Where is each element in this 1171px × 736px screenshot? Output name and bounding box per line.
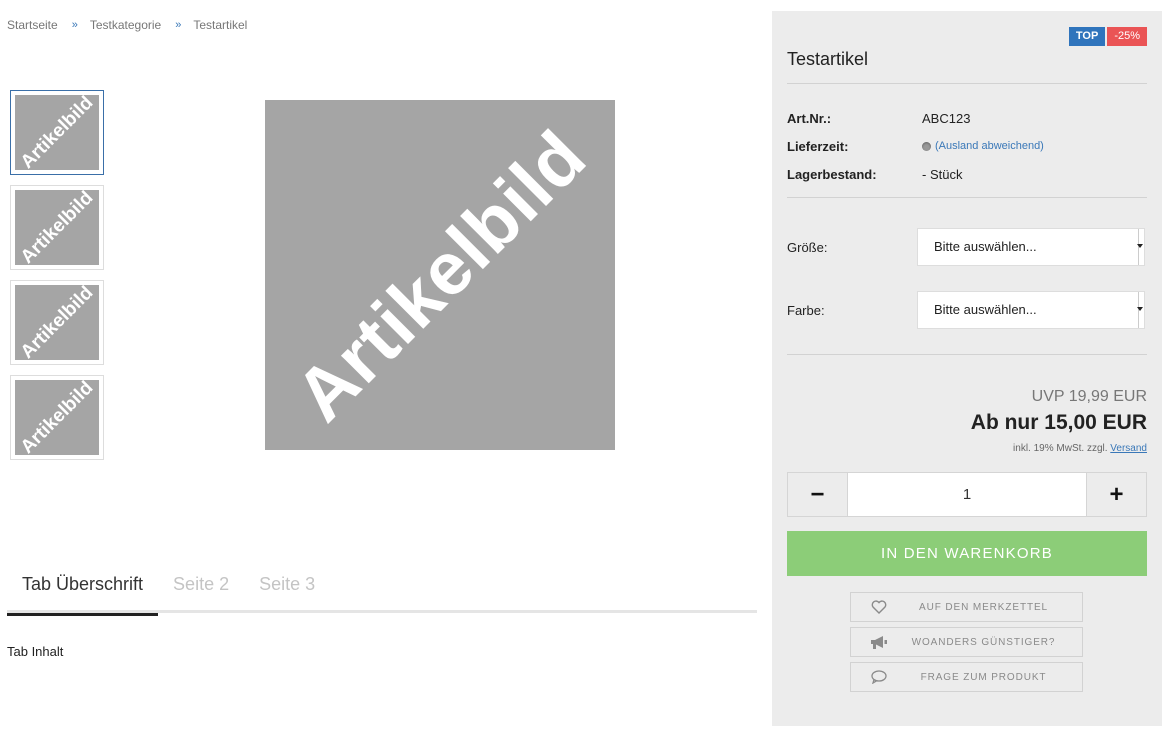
option-color: Farbe: Bitte auswählen... bbox=[787, 291, 1147, 329]
info-row-art-nr: Art.Nr.: ABC123 bbox=[787, 104, 1147, 132]
tab-seite-3[interactable]: Seite 3 bbox=[244, 566, 330, 613]
caret-down-icon bbox=[1137, 229, 1144, 265]
cheaper-elsewhere-button[interactable]: WOANDERS GÜNSTIGER? bbox=[850, 627, 1083, 657]
shipping-link[interactable]: Versand bbox=[1110, 443, 1147, 454]
main-product-image[interactable]: Artikelbild bbox=[265, 100, 615, 450]
breadcrumb-current[interactable]: Testartikel bbox=[193, 18, 247, 32]
placeholder-text: Artikelbild bbox=[278, 113, 602, 437]
image-placeholder: Artikelbild bbox=[15, 380, 99, 455]
product-title: Testartikel bbox=[787, 49, 869, 69]
tab-seite-2[interactable]: Seite 2 bbox=[158, 566, 244, 613]
current-price: Ab nur 15,00 EUR bbox=[970, 411, 1147, 434]
tab-ueberschrift[interactable]: Tab Überschrift bbox=[7, 566, 159, 616]
divider bbox=[787, 197, 1147, 198]
size-label: Größe: bbox=[787, 239, 828, 255]
color-select[interactable]: Bitte auswählen... bbox=[917, 291, 1145, 329]
tax-text: inkl. 19% MwSt. zzgl. bbox=[1013, 443, 1108, 454]
caret-down-icon bbox=[1137, 292, 1144, 328]
option-size: Größe: Bitte auswählen... bbox=[787, 228, 1147, 266]
cheaper-elsewhere-label: WOANDERS GÜNSTIGER? bbox=[911, 636, 1056, 648]
size-select[interactable]: Bitte auswählen... bbox=[917, 228, 1145, 266]
size-select-value: Bitte auswählen... bbox=[934, 239, 1037, 254]
thumbnail-list: Artikelbild Artikelbild Artikelbild Arti… bbox=[10, 90, 104, 470]
image-placeholder: Artikelbild bbox=[15, 190, 99, 265]
breadcrumb-category[interactable]: Testkategorie bbox=[90, 18, 161, 32]
add-to-cart-button[interactable]: IN DEN WARENKORB bbox=[787, 531, 1147, 576]
heart-icon bbox=[851, 600, 907, 614]
thumbnail-1[interactable]: Artikelbild bbox=[10, 90, 104, 175]
tax-note: inkl. 19% MwSt. zzgl. Versand bbox=[1013, 443, 1147, 454]
art-nr-value: ABC123 bbox=[922, 110, 971, 126]
product-info: Art.Nr.: ABC123 Lieferzeit: (Ausland abw… bbox=[787, 104, 1147, 188]
divider bbox=[787, 83, 1147, 84]
placeholder-text: Artikelbild bbox=[16, 285, 97, 360]
top-badge: TOP bbox=[1068, 27, 1106, 46]
thumbnail-2[interactable]: Artikelbild bbox=[10, 185, 104, 270]
breadcrumb-separator: » bbox=[175, 19, 182, 31]
status-dot-icon bbox=[922, 141, 931, 151]
delivery-text[interactable]: (Ausland abweichend) bbox=[935, 140, 1044, 152]
stock-value: - Stück bbox=[922, 166, 963, 182]
image-placeholder: Artikelbild bbox=[15, 95, 99, 170]
product-question-button[interactable]: FRAGE ZUM PRODUKT bbox=[850, 662, 1083, 692]
badge-group: TOP -25% bbox=[1068, 27, 1147, 46]
image-placeholder: Artikelbild bbox=[15, 285, 99, 360]
placeholder-text: Artikelbild bbox=[16, 95, 97, 170]
delivery-value[interactable]: (Ausland abweichend) bbox=[922, 140, 1044, 152]
stock-label: Lagerbestand: bbox=[787, 166, 877, 182]
divider bbox=[787, 354, 1147, 355]
discount-badge: -25% bbox=[1107, 27, 1147, 46]
thumbnail-4[interactable]: Artikelbild bbox=[10, 375, 104, 460]
quantity-input[interactable]: 1 bbox=[848, 473, 1086, 516]
breadcrumb-home[interactable]: Startseite bbox=[7, 18, 58, 32]
placeholder-text: Artikelbild bbox=[16, 190, 97, 265]
wishlist-button[interactable]: AUF DEN MERKZETTEL bbox=[850, 592, 1083, 622]
quantity-increase-button[interactable]: + bbox=[1086, 473, 1146, 516]
quantity-decrease-button[interactable]: − bbox=[788, 473, 848, 516]
delivery-label: Lieferzeit: bbox=[787, 138, 849, 154]
art-nr-label: Art.Nr.: bbox=[787, 110, 832, 126]
placeholder-text: Artikelbild bbox=[16, 380, 97, 455]
tab-content: Tab Inhalt bbox=[7, 644, 64, 659]
wishlist-label: AUF DEN MERKZETTEL bbox=[919, 601, 1048, 613]
breadcrumb: Startseite » Testkategorie » Testartikel bbox=[7, 18, 247, 32]
uvp-price: UVP 19,99 EUR bbox=[1031, 388, 1147, 405]
color-select-value: Bitte auswählen... bbox=[934, 302, 1037, 317]
quantity-stepper: − 1 + bbox=[787, 472, 1147, 517]
image-placeholder: Artikelbild bbox=[265, 100, 615, 450]
info-row-stock: Lagerbestand: - Stück bbox=[787, 160, 1147, 188]
info-row-delivery: Lieferzeit: (Ausland abweichend) bbox=[787, 132, 1147, 160]
buy-box: TOP -25% Testartikel Art.Nr.: ABC123 Lie… bbox=[772, 11, 1162, 726]
thumbnail-3[interactable]: Artikelbild bbox=[10, 280, 104, 365]
product-question-label: FRAGE ZUM PRODUKT bbox=[920, 671, 1047, 683]
color-label: Farbe: bbox=[787, 302, 825, 318]
tab-bar: Tab Überschrift Seite 2 Seite 3 bbox=[7, 566, 757, 616]
megaphone-icon bbox=[851, 635, 907, 650]
speech-bubble-icon bbox=[851, 670, 907, 684]
breadcrumb-separator: » bbox=[71, 19, 78, 31]
